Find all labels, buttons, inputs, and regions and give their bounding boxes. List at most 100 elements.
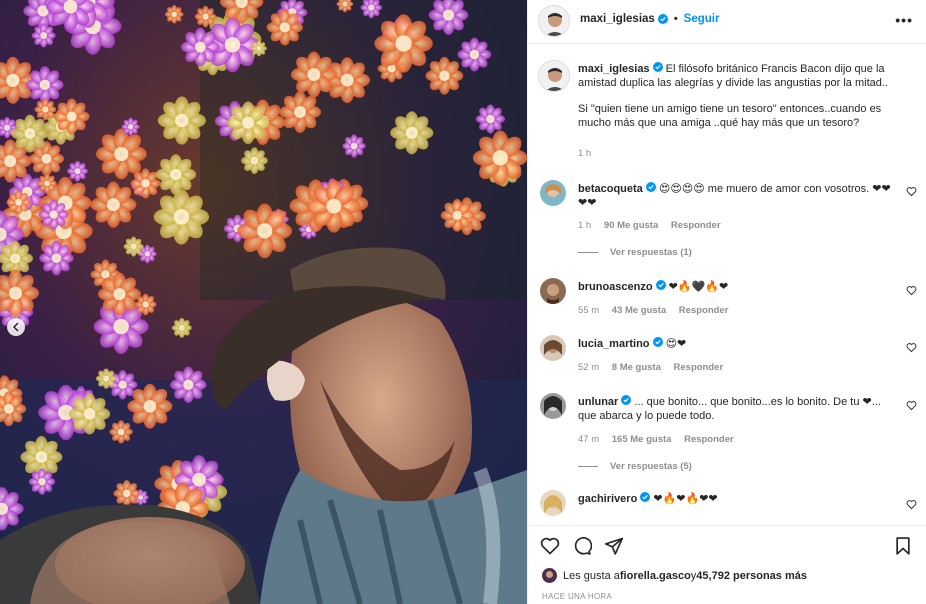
- flower-shape: [226, 101, 270, 145]
- comment-text: unlunar ... que bonito... que bonito...e…: [578, 395, 888, 423]
- comment-time[interactable]: 52 m: [578, 362, 599, 373]
- flower-shape: [90, 181, 137, 228]
- view-replies-button[interactable]: Ver respuestas (5): [578, 461, 692, 472]
- post-photo[interactable]: [0, 0, 527, 604]
- caption-time[interactable]: 1 h: [578, 148, 591, 159]
- heart-icon[interactable]: [906, 285, 917, 296]
- comment-time[interactable]: 1 h: [578, 220, 591, 231]
- comment-icon[interactable]: [572, 536, 592, 556]
- comment-likes[interactable]: 90 Me gusta: [604, 220, 658, 231]
- flower-shape: [39, 240, 74, 276]
- bookmark-icon[interactable]: [893, 536, 913, 556]
- flower-shape: [440, 198, 474, 232]
- comment-likes[interactable]: 43 Me gusta: [612, 305, 666, 316]
- post-timestamp[interactable]: HACE UNA HORA: [542, 592, 612, 601]
- comment-username[interactable]: unlunar: [578, 396, 618, 408]
- header-user: maxi_iglesias • Seguir: [580, 13, 719, 25]
- separator-dot: •: [673, 13, 678, 25]
- likes-count[interactable]: 45,792 personas más: [696, 570, 807, 582]
- comment-meta: 55 m 43 Me gusta Responder: [578, 305, 738, 316]
- flower-shape: [153, 189, 210, 245]
- flower-shape: [121, 117, 140, 136]
- flower-shape: [28, 468, 56, 495]
- avatar[interactable]: [540, 335, 566, 361]
- comment-likes[interactable]: 165 Me gusta: [612, 434, 672, 445]
- flower-shape: [53, 98, 90, 135]
- flower-shape: [127, 383, 173, 429]
- comment-text: brunoascenzo ❤🔥🖤🔥❤: [578, 280, 898, 294]
- flower-shape: [155, 154, 197, 195]
- verified-badge-icon: [652, 62, 663, 72]
- divider: [578, 466, 598, 467]
- reply-button[interactable]: Responder: [679, 305, 729, 316]
- avatar[interactable]: [540, 278, 566, 304]
- flower-shape: [157, 96, 206, 145]
- flower-shape: [237, 203, 293, 259]
- flower-shape: [171, 317, 192, 338]
- flower-shape: [123, 236, 144, 257]
- avatar[interactable]: [540, 180, 566, 206]
- verified-badge-icon: [640, 492, 651, 502]
- send-icon[interactable]: [604, 536, 624, 556]
- flower-shape: [250, 40, 267, 57]
- avatar[interactable]: [538, 60, 570, 92]
- comment-time[interactable]: 47 m: [578, 434, 599, 445]
- reply-button[interactable]: Responder: [684, 434, 734, 445]
- header-username[interactable]: maxi_iglesias: [580, 13, 655, 25]
- post-details-panel: maxi_iglesias • Seguir ••• maxi_iglesias…: [527, 0, 926, 604]
- comment-username[interactable]: brunoascenzo: [578, 281, 653, 293]
- avatar[interactable]: [542, 568, 557, 583]
- flower-shape: [475, 104, 506, 134]
- verified-badge-icon: [645, 182, 656, 192]
- caption-paragraph-2: Si "quien tiene un amigo tiene un tesoro…: [578, 103, 882, 129]
- flower-shape: [170, 366, 207, 404]
- comment-username[interactable]: betacoqueta: [578, 183, 643, 195]
- comment-time[interactable]: 55 m: [578, 305, 599, 316]
- profile-picture: [540, 278, 566, 304]
- profile-picture: [540, 335, 566, 361]
- comment-username[interactable]: lucia_martino: [578, 338, 650, 350]
- flower-shape: [95, 368, 117, 389]
- profile-picture: [540, 393, 566, 419]
- flower-shape: [98, 272, 141, 316]
- flower-shape: [95, 128, 147, 180]
- avatar[interactable]: [540, 490, 566, 516]
- flower-shape: [34, 98, 57, 121]
- flower-shape: [164, 4, 184, 24]
- previous-photo-button[interactable]: [7, 318, 25, 336]
- flower-shape: [342, 134, 366, 158]
- profile-picture: [539, 6, 569, 36]
- flower-shape: [10, 114, 49, 153]
- liked-by-user[interactable]: fiorella.gasco: [620, 570, 691, 582]
- view-replies-label: Ver respuestas (1): [610, 247, 692, 258]
- flower-shape: [109, 420, 133, 444]
- flower-shape: [38, 199, 69, 230]
- heart-icon[interactable]: [906, 499, 917, 510]
- profile-picture: [542, 568, 557, 583]
- flower-shape: [37, 173, 57, 194]
- verified-badge-icon: [652, 337, 663, 347]
- divider: [578, 252, 598, 253]
- avatar[interactable]: [540, 393, 566, 419]
- follow-button[interactable]: Seguir: [684, 13, 720, 25]
- view-replies-label: Ver respuestas (5): [610, 461, 692, 472]
- more-options-button[interactable]: •••: [895, 12, 913, 28]
- avatar[interactable]: [538, 5, 570, 37]
- heart-icon[interactable]: [906, 400, 917, 411]
- comment-text: lucia_martino 😍❤: [578, 337, 898, 351]
- flower-shape: [67, 160, 88, 182]
- flower-shape: [472, 130, 527, 186]
- reply-button[interactable]: Responder: [674, 362, 724, 373]
- heart-icon[interactable]: [906, 186, 917, 197]
- caption-meta: 1 h: [578, 148, 601, 159]
- flower-shape: [113, 480, 141, 507]
- flower-shape: [241, 147, 268, 174]
- heart-icon[interactable]: [540, 536, 560, 556]
- comment-username[interactable]: gachirivero: [578, 493, 637, 505]
- caption-username[interactable]: maxi_iglesias: [578, 63, 650, 75]
- comment-likes[interactable]: 8 Me gusta: [612, 362, 661, 373]
- heart-icon[interactable]: [906, 342, 917, 353]
- view-replies-button[interactable]: Ver respuestas (1): [578, 247, 692, 258]
- reply-button[interactable]: Responder: [671, 220, 721, 231]
- verified-badge-icon: [657, 14, 668, 24]
